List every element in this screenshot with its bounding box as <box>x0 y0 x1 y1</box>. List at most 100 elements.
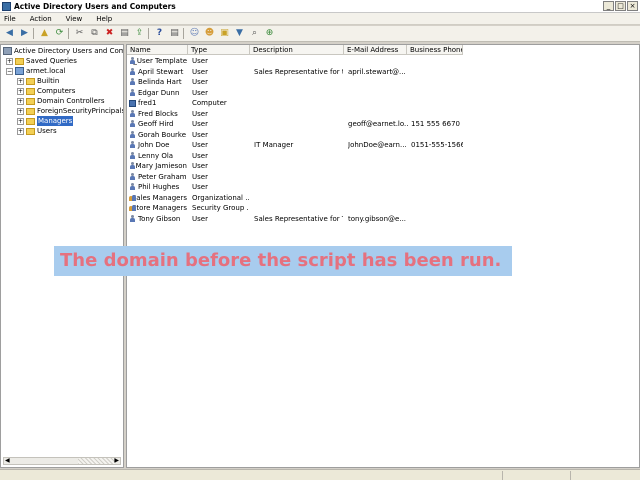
new-user-icon[interactable]: ☺ <box>188 27 201 40</box>
cell-description <box>254 151 343 161</box>
tree-root[interactable]: Active Directory Users and Comput <box>3 46 123 56</box>
menu-view[interactable]: View <box>66 13 83 24</box>
expand-icon[interactable]: + <box>17 97 24 105</box>
table-row[interactable]: _User Template User <box>127 56 639 67</box>
tree-item-domain-controllers[interactable]: + Domain Controllers <box>17 96 104 106</box>
cell-phone <box>411 203 463 213</box>
cell-name-text: Geoff Hird <box>138 120 174 128</box>
toolbar-separator <box>148 28 151 39</box>
copy-icon[interactable]: ⧉ <box>88 27 101 40</box>
add-to-group-icon[interactable]: ⊕ <box>263 27 276 40</box>
back-icon[interactable]: ◀ <box>3 27 16 40</box>
user-icon <box>129 78 136 86</box>
table-row[interactable]: Fred Blocks User <box>127 109 639 120</box>
tree-item-builtin[interactable]: + Builtin <box>17 76 59 86</box>
cell-name: _User Template <box>129 56 187 66</box>
table-row[interactable]: Mary Jamieson User <box>127 161 639 172</box>
refresh-icon[interactable]: ⟳ <box>53 27 66 40</box>
cell-type: User <box>192 67 208 76</box>
tree-item-computers[interactable]: + Computers <box>17 86 75 96</box>
table-row[interactable]: Belinda Hart User <box>127 77 639 88</box>
title-bar: Active Directory Users and Computers _ □… <box>0 0 640 13</box>
table-row[interactable]: April Stewart User Sales Representative fo… <box>127 67 639 78</box>
cell-type: User <box>192 88 208 97</box>
maximize-button[interactable]: □ <box>615 1 626 11</box>
table-row[interactable]: Gorah Bourke User <box>127 130 639 141</box>
help-icon[interactable]: ? <box>153 27 166 40</box>
table-row[interactable]: Tony Gibson User Sales Representative for … <box>127 214 639 225</box>
filter-icon[interactable]: ▼ <box>233 27 246 40</box>
toolbar-separator <box>183 28 186 39</box>
cell-description <box>254 98 343 108</box>
cell-phone <box>411 130 463 140</box>
column-header-type[interactable]: Type <box>188 45 250 55</box>
cell-name-text: Belinda Hart <box>138 78 182 86</box>
mmc-icon[interactable]: ▤ <box>168 27 181 40</box>
table-row[interactable]: Peter Graham User <box>127 172 639 183</box>
cell-type: User <box>192 172 208 181</box>
menu-action[interactable]: Action <box>30 13 52 24</box>
new-ou-icon[interactable]: ▣ <box>218 27 231 40</box>
tree-item-domain[interactable]: − armet.local <box>6 66 65 76</box>
cell-name-text: Peter Graham <box>138 172 187 181</box>
scroll-right-icon[interactable]: ▶ <box>114 457 119 464</box>
table-row[interactable]: Store Managers Security Group ... <box>127 203 639 214</box>
scroll-left-icon[interactable]: ◀ <box>5 457 10 464</box>
user-icon <box>129 162 135 170</box>
cell-email <box>348 56 408 66</box>
tree-item-managers[interactable]: + Managers <box>17 116 74 126</box>
close-button[interactable]: × <box>627 1 638 11</box>
menu-help[interactable]: Help <box>96 13 112 24</box>
cell-name-text: Store Managers <box>131 204 187 212</box>
export-icon[interactable]: ⇪ <box>133 27 146 40</box>
column-header-email[interactable]: E-Mail Address <box>344 45 407 55</box>
expand-icon[interactable]: + <box>17 77 24 85</box>
cell-name: April Stewart <box>129 67 187 77</box>
expand-icon[interactable]: + <box>17 107 24 115</box>
expand-icon[interactable]: + <box>6 57 13 65</box>
tree-horizontal-scrollbar[interactable]: ◀ ▶ <box>3 457 121 465</box>
column-header-phone[interactable]: Business Phone <box>407 45 463 55</box>
scrollbar-thumb[interactable] <box>78 458 116 464</box>
toolbar: ◀ ▶ ▲ ⟳ ✂ ⧉ ✖ ▤ ⇪ ? ▤ ☺ ☻ ▣ ▼ ⌕ ⊕ <box>0 26 640 42</box>
column-header-description[interactable]: Description <box>250 45 344 55</box>
tree-item-foreign-security-principals[interactable]: + ForeignSecurityPrincipals <box>17 106 123 116</box>
table-row[interactable]: Phil Hughes User <box>127 182 639 193</box>
column-header-name[interactable]: Name <box>127 45 188 55</box>
cell-email <box>348 88 408 98</box>
up-icon[interactable]: ▲ <box>38 27 51 40</box>
cell-type: User <box>192 109 208 118</box>
cell-name-text: Fred Blocks <box>138 109 178 118</box>
table-row[interactable]: John Doe User IT Manager JohnDoe@earn... 015… <box>127 140 639 151</box>
tree-item-users[interactable]: + Users <box>17 126 57 136</box>
cut-icon[interactable]: ✂ <box>73 27 86 40</box>
expand-icon[interactable]: + <box>17 127 24 135</box>
table-row[interactable]: Lenny Ola User <box>127 151 639 162</box>
table-row[interactable]: fred1 Computer <box>127 98 639 109</box>
cell-description <box>254 172 343 182</box>
properties-icon[interactable]: ▤ <box>118 27 131 40</box>
expand-icon[interactable]: + <box>17 117 24 125</box>
forward-icon[interactable]: ▶ <box>18 27 31 40</box>
cell-type: User <box>192 57 208 65</box>
cell-name: Phil Hughes <box>129 182 187 192</box>
status-pane <box>502 471 503 480</box>
app-icon <box>2 2 11 11</box>
delete-icon[interactable]: ✖ <box>103 27 116 40</box>
cell-type: Organizational ... <box>192 193 249 202</box>
cell-phone <box>411 109 463 119</box>
table-row[interactable]: Sales Managers Organizational ... <box>127 193 639 204</box>
find-icon[interactable]: ⌕ <box>248 27 261 40</box>
cell-phone <box>411 67 463 77</box>
new-group-icon[interactable]: ☻ <box>203 27 216 40</box>
cell-name-text: fred1 <box>138 99 157 107</box>
menu-file[interactable]: File <box>4 13 16 24</box>
collapse-icon[interactable]: − <box>6 67 13 75</box>
minimize-button[interactable]: _ <box>603 1 614 11</box>
cell-phone <box>411 172 463 182</box>
cell-description: Sales Representative for T... <box>254 214 343 223</box>
expand-icon[interactable]: + <box>17 87 24 95</box>
tree-item-saved-queries[interactable]: + Saved Queries <box>6 56 77 66</box>
table-row[interactable]: Geoff Hird User geoff@earnet.lo... 151 555 … <box>127 119 639 130</box>
table-row[interactable]: Edgar Dunn User <box>127 88 639 99</box>
